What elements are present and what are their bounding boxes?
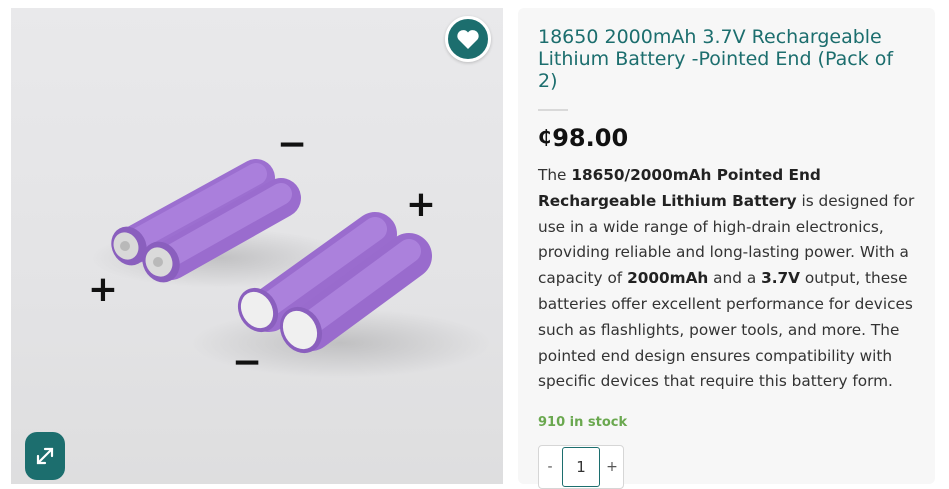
currency-symbol: ₵ (538, 126, 552, 148)
product-description: The 18650/2000mAh Pointed End Rechargeab… (538, 163, 918, 395)
quantity-decrement-button[interactable]: - (539, 446, 561, 488)
heart-icon (457, 30, 479, 49)
title-divider (538, 109, 568, 111)
desc-text: and a (708, 269, 762, 288)
polarity-minus-top: − (277, 124, 307, 165)
product-image-gallery[interactable]: − + + − (11, 8, 503, 484)
desc-bold-capacity: 2000mAh (627, 269, 709, 288)
expand-icon (36, 447, 54, 465)
quantity-increment-button[interactable]: + (601, 446, 623, 488)
price-amount: 98.00 (552, 124, 629, 152)
wishlist-button[interactable] (445, 16, 491, 62)
quantity-input[interactable] (562, 447, 600, 487)
product-price: ₵98.00 (538, 124, 628, 152)
desc-bold-product: 18650/2000mAh Pointed End Rechargeable L… (538, 166, 821, 210)
quantity-stepper: - + (538, 445, 624, 489)
polarity-minus-bottom: − (232, 342, 262, 383)
product-title: 18650 2000mAh 3.7V Rechargeable Lithium … (538, 26, 894, 92)
stock-status: 910 in stock (538, 415, 628, 430)
polarity-plus-right: + (406, 184, 436, 225)
desc-text: The (538, 166, 572, 184)
product-summary: 18650 2000mAh 3.7V Rechargeable Lithium … (518, 8, 935, 489)
desc-bold-voltage: 3.7V (761, 269, 800, 288)
battery-product-image: − + + − (88, 124, 491, 383)
polarity-plus-left: + (88, 269, 118, 310)
zoom-button[interactable] (25, 432, 65, 480)
desc-text: output, these batteries offer excellent … (538, 269, 913, 391)
